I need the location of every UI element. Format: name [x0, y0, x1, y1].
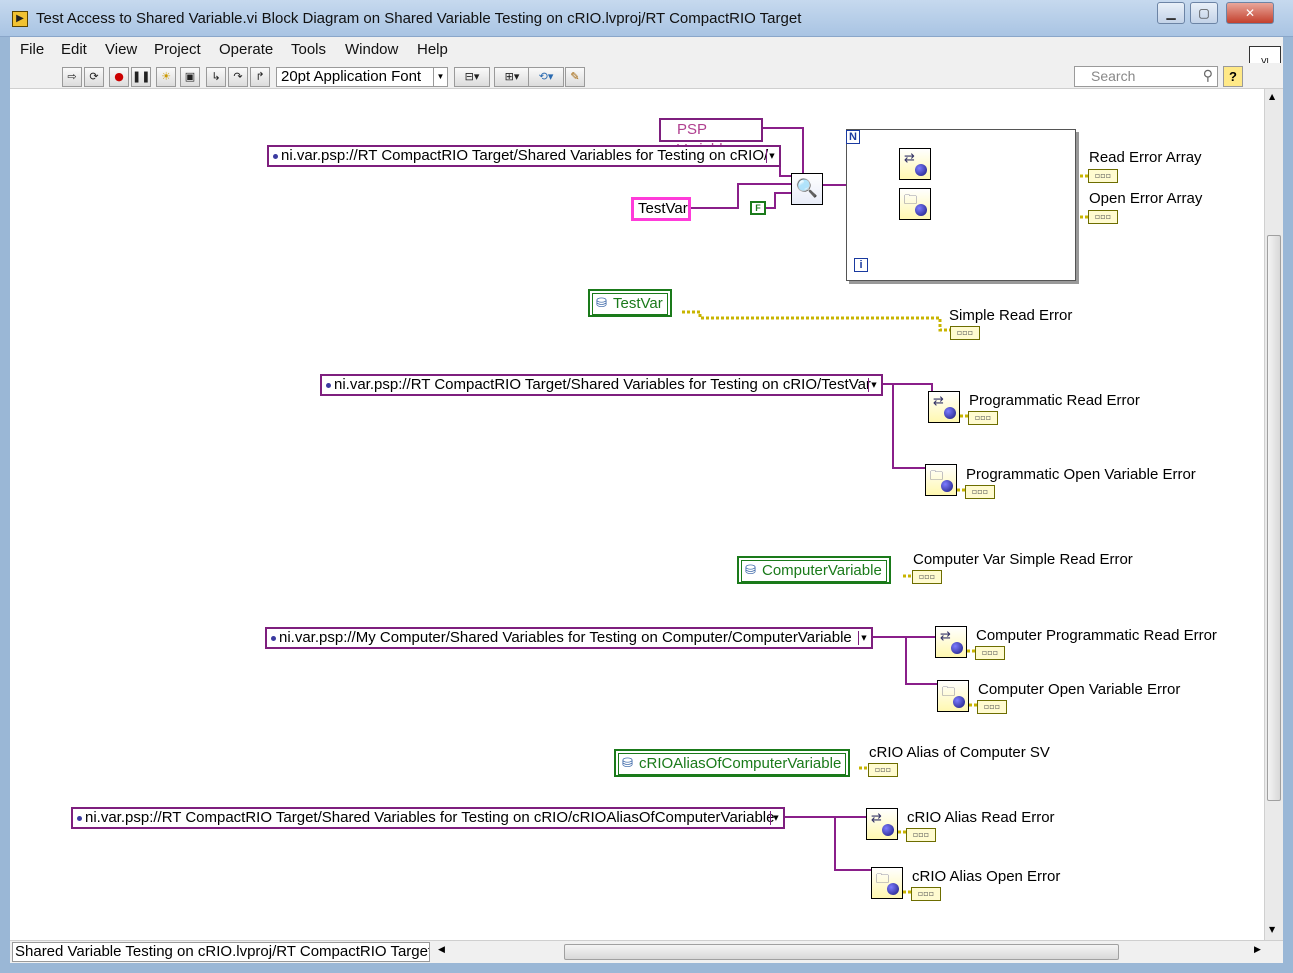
crio-alias-open-error-label: cRIO Alias Open Error [912, 868, 1061, 885]
simple-read-error-indicator[interactable]: ▫▫▫ [950, 326, 980, 340]
network-icon [915, 164, 927, 176]
read-variable-icon: ⇄ [904, 151, 915, 166]
crio-alias-read-error-label: cRIO Alias Read Error [907, 809, 1055, 826]
computer-programmatic-read-node[interactable]: ⇄ [935, 626, 967, 658]
loop-count-terminal[interactable]: N [846, 130, 860, 144]
computer-variable-path-text: ni.var.psp://My Computer/Shared Variable… [279, 629, 852, 646]
crio-alias-sv-error-label: cRIO Alias of Computer SV [869, 744, 1050, 761]
crio-testvar-path-constant[interactable]: ni.var.psp://RT CompactRIO Target/Shared… [320, 374, 883, 396]
network-icon [944, 407, 956, 419]
crio-alias-open-node[interactable]: 🗀 [871, 867, 903, 899]
chevron-down-icon: ▼ [868, 378, 879, 392]
crio-alias-path-text: ni.var.psp://RT CompactRIO Target/Shared… [85, 809, 775, 826]
computer-open-variable-node[interactable]: 🗀 [937, 680, 969, 712]
computer-prog-read-error-label: Computer Programmatic Read Error [976, 627, 1217, 644]
computer-open-error-label: Computer Open Variable Error [978, 681, 1181, 698]
chevron-down-icon: ▼ [766, 149, 777, 163]
crio-folder-path-text: ni.var.psp://RT CompactRIO Target/Shared… [281, 147, 769, 164]
scroll-down-icon[interactable]: ▼ [1269, 925, 1275, 934]
network-icon [953, 696, 965, 708]
horizontal-scrollbar[interactable]: ◀ ▶ [436, 942, 1266, 962]
false-boolean-constant[interactable]: F [750, 201, 766, 215]
chevron-down-icon: ▼ [770, 811, 781, 825]
read-variable-node[interactable]: ⇄ [899, 148, 931, 180]
programmatic-read-error-indicator[interactable]: ▫▫▫ [968, 411, 998, 425]
testvar-string-text: TestVar [638, 200, 688, 217]
testvar-sv-label: TestVar [592, 293, 668, 315]
scroll-up-icon[interactable]: ▲ [1269, 92, 1275, 101]
open-error-array-label: Open Error Array [1089, 190, 1203, 207]
read-variable-icon: ⇄ [871, 811, 882, 826]
crio-alias-read-node[interactable]: ⇄ [866, 808, 898, 840]
computer-simple-read-error-indicator[interactable]: ▫▫▫ [912, 570, 942, 584]
open-variable-node[interactable]: 🗀 [899, 188, 931, 220]
horizontal-scroll-thumb[interactable] [564, 944, 1119, 960]
search-variable-container-icon[interactable]: 🔍 [791, 173, 823, 205]
computer-variable-shared-variable-node[interactable]: ComputerVariable [737, 556, 891, 584]
programmatic-read-error-label: Programmatic Read Error [969, 392, 1140, 409]
programmatic-open-node[interactable]: 🗀 [925, 464, 957, 496]
vertical-scroll-thumb[interactable] [1267, 235, 1281, 801]
crio-alias-sv-label: cRIOAliasOfComputerVariable [618, 753, 847, 775]
for-loop[interactable] [846, 129, 1076, 281]
vertical-scrollbar[interactable]: ▲ ▼ [1264, 89, 1283, 940]
crio-alias-open-error-indicator[interactable]: ▫▫▫ [911, 887, 941, 901]
loop-iteration-terminal[interactable]: i [854, 258, 868, 272]
testvar-shared-variable-node[interactable]: TestVar [588, 289, 672, 317]
computer-variable-sv-label: ComputerVariable [741, 560, 887, 582]
computer-open-error-indicator[interactable]: ▫▫▫ [977, 700, 1007, 714]
read-variable-icon: ⇄ [940, 629, 951, 644]
crio-alias-read-error-indicator[interactable]: ▫▫▫ [906, 828, 936, 842]
scroll-right-icon[interactable]: ▶ [1254, 945, 1261, 955]
open-error-array-indicator[interactable]: ▫▫▫ [1088, 210, 1118, 224]
status-bar: Shared Variable Testing on cRIO.lvproj/R… [10, 940, 1283, 963]
crio-testvar-path-text: ni.var.psp://RT CompactRIO Target/Shared… [334, 376, 871, 393]
chevron-down-icon: ▼ [858, 631, 869, 645]
crio-folder-path-constant[interactable]: ni.var.psp://RT CompactRIO Target/Shared… [267, 145, 781, 167]
scroll-left-icon[interactable]: ◀ [438, 945, 445, 955]
network-icon [941, 480, 953, 492]
crio-alias-sv-error-indicator[interactable]: ▫▫▫ [868, 763, 898, 777]
computer-variable-path-constant[interactable]: ni.var.psp://My Computer/Shared Variable… [265, 627, 873, 649]
network-icon [887, 883, 899, 895]
read-error-array-indicator[interactable]: ▫▫▫ [1088, 169, 1118, 183]
read-error-array-label: Read Error Array [1089, 149, 1202, 166]
simple-read-error-label: Simple Read Error [949, 307, 1073, 324]
computer-simple-read-error-label: Computer Var Simple Read Error [913, 551, 1133, 568]
programmatic-open-error-indicator[interactable]: ▫▫▫ [965, 485, 995, 499]
testvar-string-constant[interactable]: TestVar [631, 197, 691, 221]
computer-prog-read-error-indicator[interactable]: ▫▫▫ [975, 646, 1005, 660]
network-icon [951, 642, 963, 654]
network-icon [915, 204, 927, 216]
programmatic-open-error-label: Programmatic Open Variable Error [966, 466, 1196, 483]
programmatic-read-node[interactable]: ⇄ [928, 391, 960, 423]
crio-alias-path-constant[interactable]: ni.var.psp://RT CompactRIO Target/Shared… [71, 807, 785, 829]
project-context-path[interactable]: Shared Variable Testing on cRIO.lvproj/R… [12, 942, 430, 962]
psp-variable-ring[interactable]: PSP Variable [659, 118, 763, 158]
network-icon [882, 824, 894, 836]
crio-alias-shared-variable-node[interactable]: cRIOAliasOfComputerVariable [614, 749, 851, 777]
read-variable-icon: ⇄ [933, 394, 944, 409]
